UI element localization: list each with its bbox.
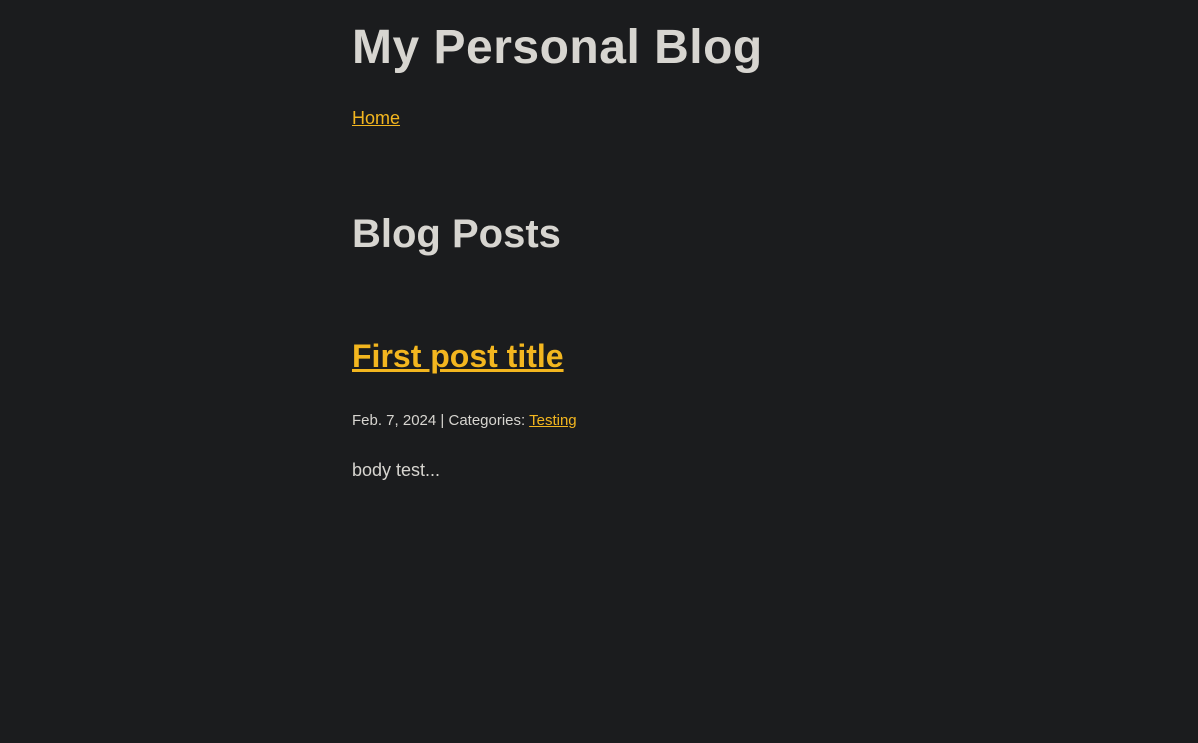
category-link-testing[interactable]: Testing [529, 412, 577, 429]
section-title: Blog Posts [352, 212, 561, 256]
post-title-link[interactable]: First post title [352, 338, 564, 374]
meta-separator: | [440, 412, 445, 429]
post-excerpt: body test... [352, 460, 441, 480]
post-title: First post title [352, 338, 1052, 375]
categories-label: Categories: [448, 412, 526, 429]
main-nav: Home [352, 108, 400, 129]
post-meta: Feb. 7, 2024 | Categories: Testing [352, 412, 577, 429]
post-date: Feb. 7, 2024 [352, 412, 437, 429]
nav-item-home[interactable]: Home [352, 108, 400, 128]
post-item: First post title Feb. 7, 2024 | Categori… [352, 338, 1052, 480]
site-title: My Personal Blog [352, 21, 763, 74]
